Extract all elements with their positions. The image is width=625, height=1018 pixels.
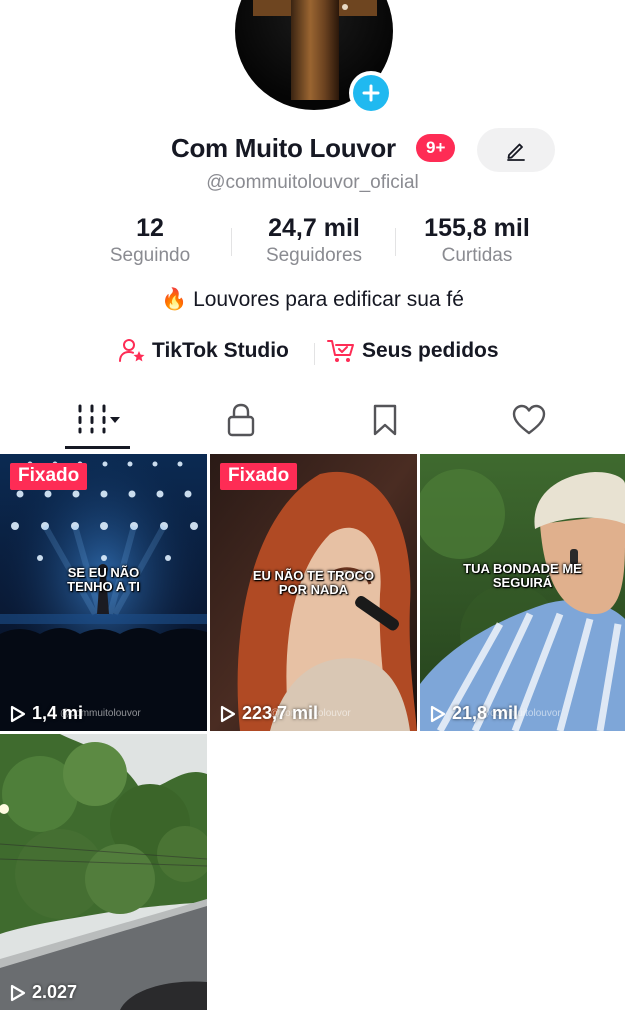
cart-check-icon [327,340,354,362]
view-count: 21,8 mil [430,703,518,724]
stat-followers-value: 24,7 mil [268,214,360,242]
video-caption-overlay: SE EU NÃO TENHO A TI [67,565,140,594]
tab-videos[interactable] [20,396,176,452]
stat-followers[interactable]: 24,7 mil Seguidores [244,214,384,267]
heart-icon [512,404,546,435]
stat-following[interactable]: 12 Seguindo [95,214,205,267]
view-count: 2.027 [10,982,77,1003]
orders-label: Seus pedidos [362,339,499,362]
tab-saved[interactable] [307,396,463,452]
edit-profile-button[interactable] [477,128,555,172]
man-image [420,454,625,731]
pinned-badge: Fixado [220,463,298,490]
links-divider [314,343,315,365]
bookmark-icon [373,404,397,436]
video-thumbnail[interactable]: Fixado EU NÃO TE TROCO POR NADA @commuit… [210,454,417,731]
tab-liked[interactable] [451,396,607,452]
profile-bio: 🔥 Louvores para edificar sua fé [161,288,464,311]
add-avatar-button[interactable] [349,71,393,115]
stat-divider [231,228,232,256]
notification-badge[interactable]: 9+ [416,134,456,162]
view-count-value: 223,7 mil [242,703,319,723]
lock-icon [227,403,255,437]
stat-followers-label: Seguidores [265,245,363,266]
play-icon [430,705,446,722]
stat-following-value: 12 [136,214,164,242]
stat-divider [395,228,396,256]
view-count: 223,7 mil [220,703,318,724]
view-count-value: 21,8 mil [452,703,519,723]
profile-name-row: Com Muito Louvor 9+ [0,128,625,172]
play-icon [10,705,26,722]
tiktok-studio-link[interactable]: TikTok Studio [118,338,289,364]
view-count-value: 1,4 mi [32,703,84,723]
street-trees-image [0,734,207,1010]
video-caption-overlay: TUA BONDADE ME SEGUIRÁ [463,561,582,590]
video-thumbnail[interactable]: TUA BONDADE ME SEGUIRÁ @commuitolouvor 2… [420,454,625,731]
pinned-badge: Fixado [10,463,88,490]
profile-handle: @commuitolouvor_oficial [206,172,419,193]
profile-stats: 12 Seguindo 24,7 mil Seguidores 155,8 mi… [0,214,625,274]
video-caption-overlay: EU NÃO TE TROCO POR NADA [252,568,375,597]
pencil-icon [507,143,525,161]
video-thumbnail[interactable]: 2.027 [0,734,207,1010]
play-icon [10,984,26,1001]
profile-tabs [0,396,625,452]
play-icon [220,705,236,722]
orders-link[interactable]: Seus pedidos [326,338,499,364]
profile-name: Com Muito Louvor [171,133,396,163]
creator-star-icon [119,339,145,362]
tiktok-studio-label: TikTok Studio [152,339,289,362]
view-count-value: 2.027 [32,982,78,1002]
grid-menu-icon [78,404,120,434]
stat-likes-label: Curtidas [441,245,513,266]
active-tab-indicator [65,446,130,449]
tab-private[interactable] [163,396,319,452]
stat-likes-value: 155,8 mil [424,214,530,242]
profile-links: TikTok Studio Seus pedidos [0,338,625,370]
video-thumbnail[interactable]: Fixado SE EU NÃO TENHO A TI @commuitolou… [0,454,207,731]
stat-likes[interactable]: 155,8 mil Curtidas [407,214,547,267]
view-count: 1,4 mi [10,703,83,724]
plus-icon [362,84,380,102]
stat-following-label: Seguindo [109,245,191,266]
